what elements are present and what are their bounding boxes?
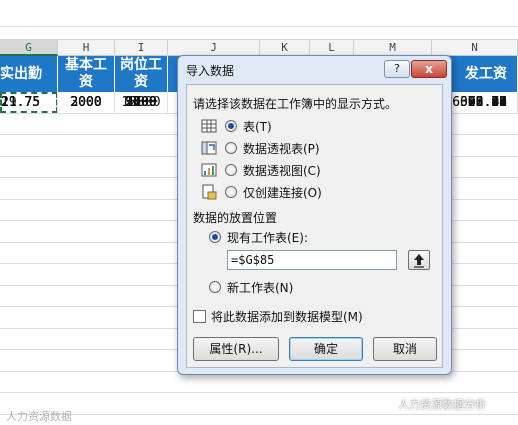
help-button[interactable]: ? — [384, 60, 410, 78]
cancel-button[interactable]: 取消 — [373, 337, 437, 361]
option-pivot-table[interactable]: 数据透视表(P) — [201, 139, 421, 157]
display-mode-prompt: 请选择该数据在工作簿中的显示方式。 — [193, 97, 398, 111]
data-model-label: 将此数据添加到数据模型(M) — [211, 310, 363, 324]
column-header-g[interactable]: G — [0, 40, 58, 56]
pivot-chart-icon — [201, 163, 217, 177]
option-connection-only-label: 仅创建连接(O) — [243, 186, 322, 200]
header-base-salary[interactable]: 基本工 资 — [58, 56, 115, 92]
radio-new-sheet[interactable] — [209, 281, 221, 293]
radio-pivot-table[interactable] — [225, 142, 237, 154]
watermark-right: 人力资源数据分析 — [398, 398, 486, 411]
table-cell[interactable]: 21.75 — [0, 92, 58, 113]
column-header-m[interactable]: M — [354, 40, 432, 56]
option-table[interactable]: 表(T) — [201, 117, 421, 135]
table-cell[interactable]: 2000 — [58, 92, 115, 113]
header-actual-attendance[interactable]: 实出勤 — [0, 56, 58, 92]
option-table-label: 表(T) — [243, 120, 272, 134]
properties-button[interactable]: 属性(R)... — [193, 337, 279, 361]
new-sheet-label: 新工作表(N) — [227, 281, 294, 295]
formula-bar-divider — [0, 26, 518, 27]
column-headers: G H I J K L M N — [0, 40, 518, 56]
header-position-salary[interactable]: 岗位工 资 — [115, 56, 168, 92]
close-button[interactable]: x — [411, 60, 447, 78]
pivot-table-icon — [201, 141, 217, 155]
range-collapse-button[interactable] — [408, 250, 430, 270]
table-cell[interactable]: 2100 — [115, 92, 168, 113]
table-icon — [201, 119, 217, 133]
radio-pivot-chart[interactable] — [225, 164, 237, 176]
ok-button[interactable]: 确定 — [289, 337, 363, 361]
placement-section-label: 数据的放置位置 — [193, 211, 278, 225]
option-pivot-chart[interactable]: 数据透视图(C) — [201, 161, 421, 179]
option-pivot-chart-label: 数据透视图(C) — [243, 164, 321, 178]
connection-icon — [202, 184, 217, 200]
existing-sheet-label: 现有工作表(E): — [227, 231, 308, 245]
radio-table[interactable] — [225, 120, 237, 132]
range-input[interactable]: =$G$85 — [227, 250, 397, 270]
radio-existing-sheet[interactable] — [209, 231, 221, 243]
watermark-left: 人力资源数据 — [6, 410, 72, 423]
data-model-checkbox[interactable] — [193, 310, 206, 323]
option-pivot-table-label: 数据透视表(P) — [243, 142, 320, 156]
table-row — [0, 415, 518, 425]
collapse-arrow-icon — [414, 254, 424, 268]
formula-bar-area — [0, 0, 518, 40]
import-data-dialog: 导入数据 ? x 请选择该数据在工作簿中的显示方式。 表(T) 数据透视表(P) — [177, 55, 452, 375]
option-connection-only[interactable]: 仅创建连接(O) — [201, 183, 421, 201]
column-header-l[interactable]: L — [310, 40, 354, 56]
column-header-n[interactable]: N — [432, 40, 518, 56]
dialog-title: 导入数据 — [186, 64, 235, 78]
dialog-body: 请选择该数据在工作簿中的显示方式。 表(T) 数据透视表(P) 数据透视图(C)… — [186, 84, 443, 368]
radio-connection-only[interactable] — [225, 186, 237, 198]
column-header-h[interactable]: H — [58, 40, 115, 56]
column-header-j[interactable]: J — [168, 40, 260, 56]
column-header-k[interactable]: K — [260, 40, 310, 56]
column-header-i[interactable]: I — [115, 40, 168, 56]
